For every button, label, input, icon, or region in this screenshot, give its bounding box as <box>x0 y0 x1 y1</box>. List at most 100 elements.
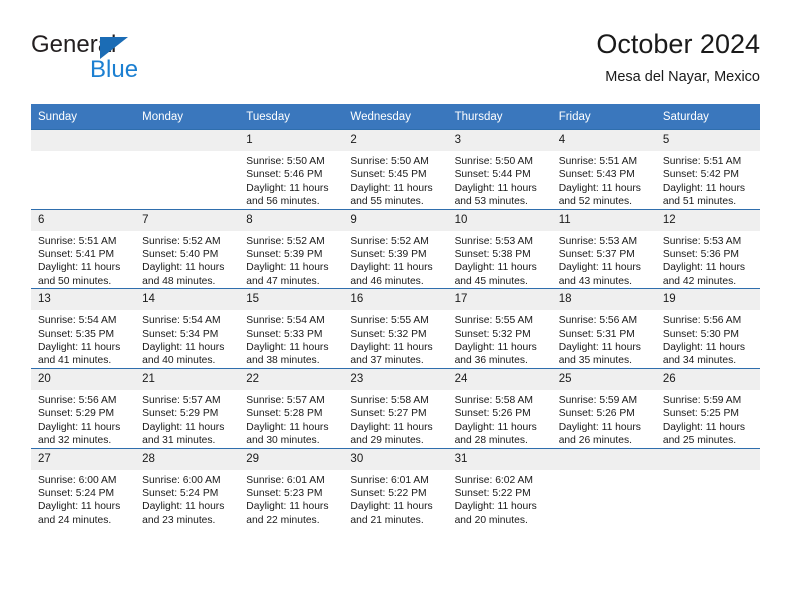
calendar-day-cell[interactable]: 5 Sunrise: 5:51 AM Sunset: 5:42 PM Daylight… <box>655 129 760 210</box>
sunrise-text: Sunrise: 5:53 AM <box>662 235 742 247</box>
daylight-text: Daylight: 11 hours and 28 minutes. <box>454 421 537 447</box>
calendar-day-cell[interactable]: 20 Sunrise: 5:56 AM Sunset: 5:29 PM Dayligh… <box>31 367 136 448</box>
day-sun-info: Sunrise: 5:55 AM Sunset: 5:32 PM Daylight:… <box>343 310 447 368</box>
calendar-day-cell[interactable]: 24 Sunrise: 5:58 AM Sunset: 5:26 PM Dayligh… <box>447 367 552 448</box>
day-number: 31 <box>447 448 552 470</box>
calendar-day-cell[interactable]: 10 Sunrise: 5:53 AM Sunset: 5:38 PM Dayligh… <box>447 208 552 289</box>
daylight-text: Daylight: 11 hours and 40 minutes. <box>142 342 225 367</box>
sunset-text: Sunset: 5:28 PM <box>246 408 323 420</box>
day-number: 8 <box>239 209 344 231</box>
calendar-day-cell[interactable]: 7 Sunrise: 5:52 AM Sunset: 5:40 PM Daylight… <box>135 208 240 289</box>
sunrise-text: Sunrise: 5:54 AM <box>38 315 117 327</box>
sunset-text: Sunset: 5:29 PM <box>38 408 115 420</box>
calendar-day-cell[interactable]: 4 Sunrise: 5:51 AM Sunset: 5:43 PM Daylight… <box>551 129 656 210</box>
day-number: 6 <box>31 209 136 231</box>
calendar-day-cell[interactable]: 11 Sunrise: 5:53 AM Sunset: 5:37 PM Dayligh… <box>551 208 656 289</box>
calendar-day-cell[interactable]: 13 Sunrise: 5:54 AM Sunset: 5:35 PM Dayligh… <box>31 288 136 369</box>
sunrise-text: Sunrise: 6:00 AM <box>38 474 117 486</box>
calendar-day-cell[interactable]: 28 Sunrise: 6:00 AM Sunset: 5:24 PM Dayligh… <box>135 447 240 528</box>
calendar-day-cell[interactable]: 2 Sunrise: 5:50 AM Sunset: 5:45 PM Daylight… <box>343 129 448 210</box>
calendar-day-cell[interactable]: 16 Sunrise: 5:55 AM Sunset: 5:32 PM Dayligh… <box>343 288 448 369</box>
sunset-text: Sunset: 5:24 PM <box>142 487 219 499</box>
page-subtitle: Mesa del Nayar, Mexico <box>605 69 760 85</box>
calendar-day-cell[interactable]: 23 Sunrise: 5:58 AM Sunset: 5:27 PM Dayligh… <box>343 367 448 448</box>
calendar-day-cell[interactable]: 25 Sunrise: 5:59 AM Sunset: 5:26 PM Dayligh… <box>551 367 656 448</box>
sunset-text: Sunset: 5:23 PM <box>246 487 323 499</box>
daylight-text: Daylight: 11 hours and 52 minutes. <box>558 182 641 208</box>
sunset-text: Sunset: 5:34 PM <box>142 328 219 340</box>
calendar-day-cell[interactable]: 3 Sunrise: 5:50 AM Sunset: 5:44 PM Daylight… <box>447 129 552 210</box>
day-number: 1 <box>239 130 344 151</box>
logo-text-blue: Blue <box>90 56 139 83</box>
daylight-text: Daylight: 11 hours and 41 minutes. <box>38 342 121 367</box>
weekday-header-monday: Monday <box>135 104 240 130</box>
sunset-text: Sunset: 5:26 PM <box>454 408 531 420</box>
calendar-day-cell[interactable]: 29 Sunrise: 6:01 AM Sunset: 5:23 PM Dayligh… <box>239 447 344 528</box>
day-number <box>31 130 136 151</box>
calendar-day-cell[interactable]: 22 Sunrise: 5:57 AM Sunset: 5:28 PM Dayligh… <box>239 367 344 448</box>
daylight-text: Daylight: 11 hours and 42 minutes. <box>662 262 746 287</box>
page-header: General Blue October 2024 Mesa del Nayar… <box>0 0 792 96</box>
calendar-day-cell[interactable]: 14 Sunrise: 5:54 AM Sunset: 5:34 PM Dayligh… <box>135 288 240 369</box>
calendar-day-cell[interactable]: 19 Sunrise: 5:56 AM Sunset: 5:30 PM Dayligh… <box>655 288 760 369</box>
sunset-text: Sunset: 5:39 PM <box>246 249 323 261</box>
calendar-day-cell[interactable]: 26 Sunrise: 5:59 AM Sunset: 5:25 PM Dayligh… <box>655 367 760 448</box>
calendar-day-cell[interactable]: 9 Sunrise: 5:52 AM Sunset: 5:39 PM Daylight… <box>343 208 448 289</box>
day-number: 9 <box>343 209 448 231</box>
day-sun-info: Sunrise: 5:57 AM Sunset: 5:28 PM Daylight:… <box>239 390 343 448</box>
sunrise-text: Sunrise: 5:51 AM <box>662 156 742 167</box>
sunset-text: Sunset: 5:35 PM <box>38 328 115 340</box>
daylight-text: Daylight: 11 hours and 35 minutes. <box>558 342 641 367</box>
calendar-page: General Blue October 2024 Mesa del Nayar… <box>0 0 792 612</box>
day-sun-info: Sunrise: 5:51 AM Sunset: 5:41 PM Daylight:… <box>31 231 135 289</box>
daylight-text: Daylight: 11 hours and 23 minutes. <box>142 501 225 526</box>
day-sun-info: Sunrise: 5:56 AM Sunset: 5:29 PM Daylight:… <box>31 390 135 448</box>
daylight-text: Daylight: 11 hours and 46 minutes. <box>350 262 433 287</box>
sunrise-text: Sunrise: 5:59 AM <box>662 394 742 406</box>
daylight-text: Daylight: 11 hours and 55 minutes. <box>350 182 433 208</box>
day-number: 25 <box>551 368 656 390</box>
day-number: 12 <box>655 209 760 231</box>
sunrise-text: Sunrise: 5:54 AM <box>246 315 325 327</box>
sunrise-text: Sunrise: 5:52 AM <box>350 235 429 247</box>
calendar-day-cell[interactable]: 17 Sunrise: 5:55 AM Sunset: 5:32 PM Dayligh… <box>447 288 552 369</box>
sunset-text: Sunset: 5:29 PM <box>142 408 219 420</box>
sunset-text: Sunset: 5:41 PM <box>38 249 115 261</box>
sunset-text: Sunset: 5:26 PM <box>558 408 635 420</box>
daylight-text: Daylight: 11 hours and 29 minutes. <box>350 421 433 447</box>
day-number: 11 <box>551 209 656 231</box>
calendar-day-cell[interactable]: 12 Sunrise: 5:53 AM Sunset: 5:36 PM Dayligh… <box>655 208 760 289</box>
calendar-day-cell[interactable]: 1 Sunrise: 5:50 AM Sunset: 5:46 PM Daylight… <box>239 129 344 210</box>
sunset-text: Sunset: 5:37 PM <box>558 249 635 261</box>
daylight-text: Daylight: 11 hours and 56 minutes. <box>246 182 329 208</box>
day-number <box>551 448 656 470</box>
calendar-day-cell[interactable]: 30 Sunrise: 6:01 AM Sunset: 5:22 PM Dayligh… <box>343 447 448 528</box>
calendar-day-cell[interactable]: 27 Sunrise: 6:00 AM Sunset: 5:24 PM Dayligh… <box>31 447 136 528</box>
day-sun-info: Sunrise: 5:50 AM Sunset: 5:45 PM Daylight:… <box>343 151 447 209</box>
calendar-week-row: 20 Sunrise: 5:56 AM Sunset: 5:29 PM Dayligh… <box>31 367 760 448</box>
calendar-day-cell[interactable]: 18 Sunrise: 5:56 AM Sunset: 5:31 PM Dayligh… <box>551 288 656 369</box>
calendar-day-cell[interactable]: 15 Sunrise: 5:54 AM Sunset: 5:33 PM Dayligh… <box>239 288 344 369</box>
day-sun-info: Sunrise: 5:58 AM Sunset: 5:27 PM Daylight:… <box>343 390 447 448</box>
sunrise-text: Sunrise: 5:50 AM <box>350 156 429 167</box>
day-sun-info: Sunrise: 5:51 AM Sunset: 5:43 PM Daylight:… <box>552 151 656 209</box>
sunrise-text: Sunrise: 5:56 AM <box>662 315 742 327</box>
sunset-text: Sunset: 5:33 PM <box>246 328 323 340</box>
sunrise-text: Sunrise: 5:58 AM <box>454 394 533 406</box>
day-number <box>135 130 240 151</box>
calendar-day-cell[interactable]: 8 Sunrise: 5:52 AM Sunset: 5:39 PM Daylight… <box>239 208 344 289</box>
day-sun-info: Sunrise: 5:53 AM Sunset: 5:37 PM Daylight:… <box>552 231 656 289</box>
day-sun-info: Sunrise: 5:54 AM Sunset: 5:35 PM Daylight:… <box>31 310 135 368</box>
general-blue-logo[interactable]: General Blue <box>31 32 251 88</box>
calendar-day-cell[interactable]: 31 Sunrise: 6:02 AM Sunset: 5:22 PM Dayligh… <box>447 447 552 528</box>
day-number: 27 <box>31 448 136 470</box>
sunset-text: Sunset: 5:32 PM <box>350 328 427 340</box>
weekday-header-wednesday: Wednesday <box>343 104 448 130</box>
day-number: 2 <box>343 130 448 151</box>
day-sun-info: Sunrise: 6:00 AM Sunset: 5:24 PM Daylight:… <box>31 470 135 528</box>
daylight-text: Daylight: 11 hours and 47 minutes. <box>246 262 329 287</box>
calendar-day-cell[interactable]: 21 Sunrise: 5:57 AM Sunset: 5:29 PM Dayligh… <box>135 367 240 448</box>
sunset-text: Sunset: 5:22 PM <box>454 487 531 499</box>
day-number: 24 <box>447 368 552 390</box>
calendar-day-cell[interactable]: 6 Sunrise: 5:51 AM Sunset: 5:41 PM Daylight… <box>31 208 136 289</box>
